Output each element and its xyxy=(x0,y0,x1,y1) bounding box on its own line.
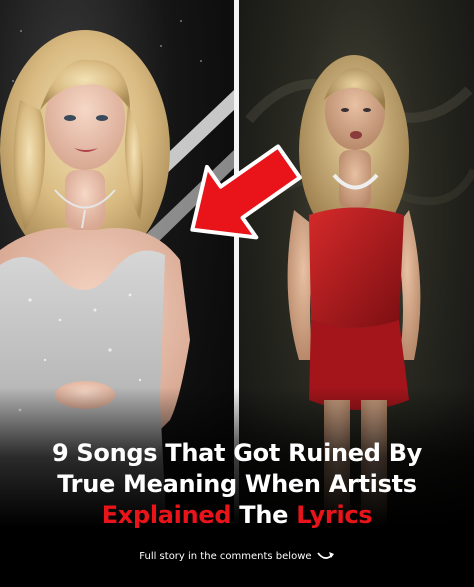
headline: 9 Songs That Got Ruined By True Meaning … xyxy=(0,438,474,531)
background-sparkle xyxy=(180,20,182,22)
background-sparkle xyxy=(20,30,22,32)
headline-line-3: Explained The Lyrics xyxy=(0,500,474,531)
curved-arrow-icon xyxy=(317,552,334,559)
thumbnail-image: 9 Songs That Got Ruined By True Meaning … xyxy=(0,0,474,587)
background-sparkle xyxy=(12,80,14,82)
footer-text: Full story in the comments belowe xyxy=(139,551,312,562)
headline-highlight-explained: Explained xyxy=(101,501,232,529)
background-sparkle xyxy=(200,60,202,62)
footer-caption: Full story in the comments belowe xyxy=(0,550,474,562)
background-sparkle xyxy=(160,45,162,47)
headline-highlight-lyrics: Lyrics xyxy=(296,501,373,529)
headline-line-2: True Meaning When Artists xyxy=(57,470,417,498)
headline-word-the: The xyxy=(239,501,289,529)
headline-line-1: 9 Songs That Got Ruined By xyxy=(51,439,423,467)
red-arrow-icon xyxy=(190,144,302,240)
